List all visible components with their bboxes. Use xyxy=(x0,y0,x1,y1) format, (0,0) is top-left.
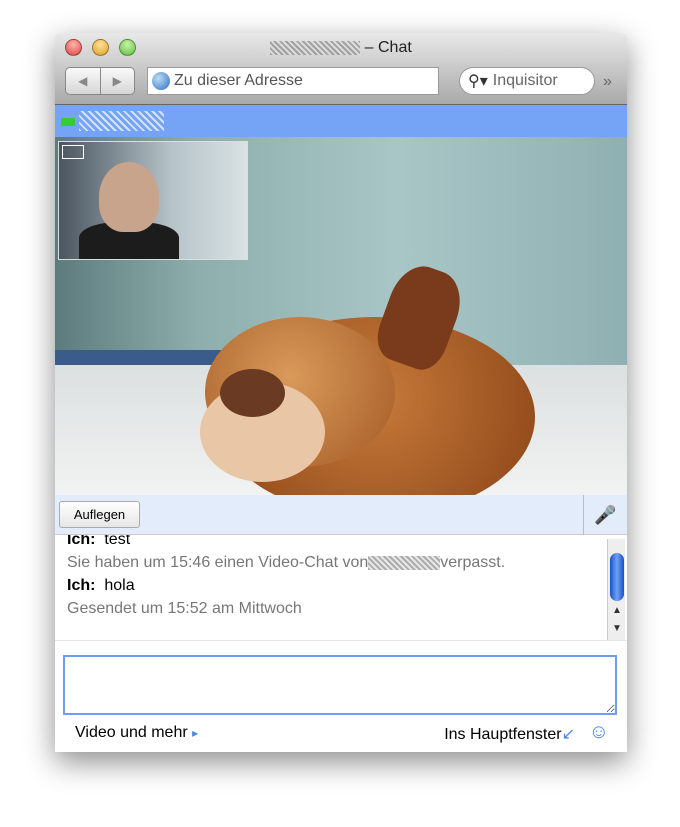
back-button[interactable]: ◀ xyxy=(66,68,101,94)
message-text: test xyxy=(104,535,131,548)
chat-message: Ich: test xyxy=(67,535,130,549)
message-input[interactable] xyxy=(63,655,617,715)
message-text: hola xyxy=(104,577,135,594)
chat-message: Ich: hola xyxy=(67,577,135,595)
address-field[interactable]: Zu dieser Adresse xyxy=(147,67,439,95)
chat-log: Ich: test Sie haben um 15:46 einen Video… xyxy=(55,535,627,641)
redacted-contact-name xyxy=(79,111,164,131)
emoji-icon[interactable]: ☺ xyxy=(589,721,609,744)
title-text: – Chat xyxy=(364,39,412,56)
pip-toggle-icon[interactable] xyxy=(62,145,84,159)
call-controls: Auflegen 🎤 xyxy=(55,495,627,535)
address-placeholder: Zu dieser Adresse xyxy=(174,72,303,89)
search-icon: ⚲▾ xyxy=(468,73,488,90)
scroll-up-arrow[interactable]: ▲ xyxy=(608,605,626,616)
contact-bar xyxy=(55,105,627,137)
video-and-more-label: Video und mehr xyxy=(75,724,188,741)
main-window-label: Ins Hauptfenster xyxy=(444,726,562,743)
forward-button[interactable]: ▶ xyxy=(101,68,135,94)
title-bar: – Chat ◀ ▶ Zu dieser Adresse ⚲▾ Inquisito… xyxy=(55,33,627,105)
chat-window: – Chat ◀ ▶ Zu dieser Adresse ⚲▾ Inquisito… xyxy=(55,33,627,752)
video-and-more-link[interactable]: Video und mehr ▸ xyxy=(75,724,198,742)
video-camera-icon xyxy=(61,118,75,126)
search-field[interactable]: ⚲▾ Inquisitor xyxy=(459,67,595,95)
redacted-name xyxy=(368,555,441,570)
system-message: Sie haben um 15:46 einen Video-Chat von v… xyxy=(67,554,505,572)
self-view-face xyxy=(99,162,159,232)
remote-video xyxy=(55,137,627,495)
self-view-video[interactable] xyxy=(58,141,248,260)
nav-buttons: ◀ ▶ xyxy=(65,67,135,95)
message-sender: Ich: xyxy=(67,577,96,594)
chat-footer: Video und mehr ▸ Ins Hauptfenster↙ ☺ xyxy=(55,721,627,745)
chat-scrollbar[interactable]: ▲ ▼ xyxy=(607,539,626,640)
system-text: Sie haben um 15:46 einen Video-Chat von xyxy=(67,554,369,571)
scroll-down-arrow[interactable]: ▼ xyxy=(608,623,626,634)
toolbar-overflow-button[interactable]: » xyxy=(603,73,612,91)
main-window-link[interactable]: Ins Hauptfenster↙ xyxy=(444,724,575,744)
arrow-down-left-icon: ↙ xyxy=(561,726,575,743)
scrollbar-thumb[interactable] xyxy=(610,553,624,601)
search-placeholder: Inquisitor xyxy=(492,72,558,89)
triangle-right-icon: ▸ xyxy=(192,726,199,740)
message-sender: Ich: xyxy=(67,535,96,548)
window-title: – Chat xyxy=(55,39,627,57)
sent-status: Gesendet um 15:52 am Mittwoch xyxy=(67,600,302,617)
video-subject-nose xyxy=(220,369,285,417)
globe-icon xyxy=(152,72,170,90)
redacted-name xyxy=(270,40,361,55)
hangup-button[interactable]: Auflegen xyxy=(59,501,140,528)
microphone-icon[interactable]: 🎤 xyxy=(583,495,627,535)
system-text-suffix: verpasst. xyxy=(440,554,506,571)
